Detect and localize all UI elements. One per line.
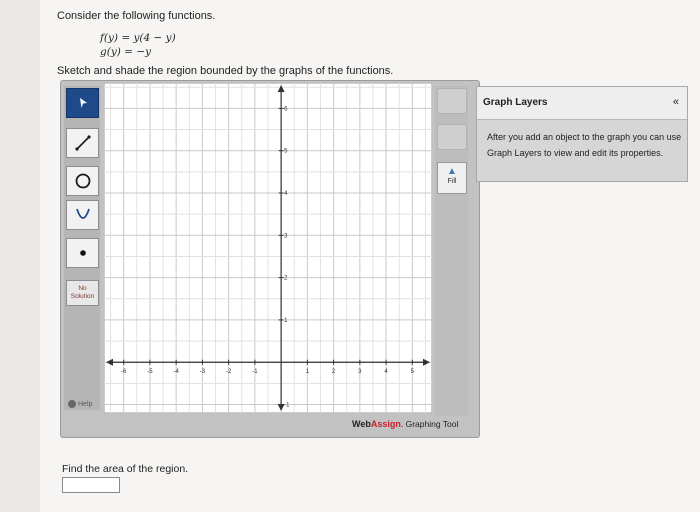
function-g-definition: g(y) = −y	[100, 46, 152, 58]
delete-button[interactable]	[437, 88, 467, 114]
brand-suffix: . Graphing Tool	[400, 419, 459, 429]
circle-tool-button[interactable]	[66, 166, 99, 196]
fill-bucket-icon: ▲	[447, 166, 457, 177]
line-icon	[74, 135, 91, 151]
graph-canvas[interactable]: -6 -5 -4 -3 -2 -1 1 2 3 4 5654321-1	[104, 83, 432, 413]
x-tick-label: -5	[147, 369, 153, 375]
instruction-text: Sketch and shade the region bounded by t…	[57, 65, 394, 77]
intro-text: Consider the following functions.	[57, 10, 216, 22]
circle-icon	[75, 173, 90, 189]
pointer-tool-button[interactable]	[66, 88, 99, 118]
x-tick-label: -2	[226, 369, 232, 375]
fill-button[interactable]: ▲ Fill	[437, 162, 467, 194]
area-answer-input[interactable]	[62, 477, 120, 493]
help-label: Help	[78, 400, 93, 408]
pointer-icon	[79, 98, 87, 108]
function-f-definition: f(y) = y(4 − y)	[100, 32, 176, 44]
graph-layers-description: After you add an object to the graph you…	[487, 132, 682, 158]
y-tick-label: -1	[284, 403, 290, 409]
help-icon	[68, 400, 76, 408]
area-question: Find the area of the region.	[62, 463, 189, 475]
graph-layers-panel: Graph Layers « After you add an object t…	[476, 86, 688, 182]
webassign-brand: WebAssign. Graphing Tool	[352, 419, 458, 429]
brand-web: Web	[352, 419, 371, 429]
clear-button[interactable]	[437, 124, 467, 150]
collapse-icon[interactable]: «	[673, 96, 679, 108]
parabola-icon	[75, 208, 90, 219]
fill-label: Fill	[447, 178, 457, 185]
x-tick-label: -1	[252, 369, 258, 375]
x-tick-label: -6	[121, 369, 127, 375]
help-link[interactable]: Help	[68, 400, 92, 408]
parabola-tool-button[interactable]	[66, 200, 99, 230]
x-tick-label: -4	[173, 369, 179, 375]
no-solution-label-line1: No	[78, 285, 87, 292]
no-solution-label-line2: Solution	[70, 293, 95, 300]
no-solution-button[interactable]: No Solution	[66, 280, 99, 306]
point-icon	[79, 250, 86, 256]
point-tool-button[interactable]	[66, 238, 99, 268]
graph-layers-header: Graph Layers «	[477, 87, 687, 120]
x-tick-label: -3	[200, 369, 206, 375]
brand-assign: Assign	[370, 419, 401, 429]
graph-layers-title: Graph Layers	[483, 97, 548, 108]
line-tool-button[interactable]	[66, 128, 99, 158]
